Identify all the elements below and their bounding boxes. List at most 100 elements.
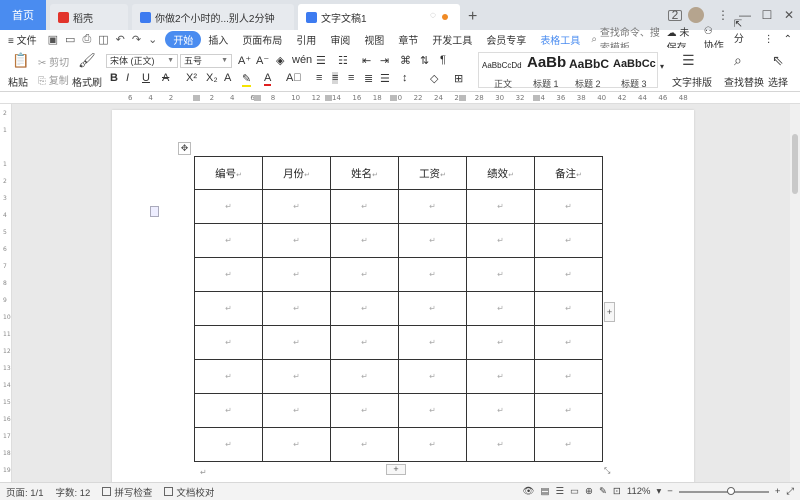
- data-table[interactable]: 编号↵ 月份↵ 姓名↵ 工资↵ 绩效↵ 备注↵ ↵ ↵ ↵ ↵ ↵ ↵ ↵ ↵ ↵ ↵ ↵ ↵ ↵ ↵ ↵ ↵…: [194, 156, 603, 462]
- table-header-cell[interactable]: 编号↵: [194, 156, 263, 190]
- document-nav-icon[interactable]: [150, 206, 159, 217]
- table-cell[interactable]: ↵: [330, 427, 399, 462]
- redo-icon[interactable]: ↷: [132, 33, 141, 46]
- table-move-handle[interactable]: ✥: [178, 142, 191, 155]
- add-row-button[interactable]: +: [386, 464, 406, 475]
- table-cell[interactable]: ↵: [330, 291, 399, 326]
- tab-daoke[interactable]: 稻壳: [50, 4, 128, 30]
- command-search[interactable]: ⌕ 查找命令、搜索模板: [591, 28, 666, 54]
- proofread-toggle[interactable]: 文档校对: [158, 485, 220, 499]
- table-cell[interactable]: ↵: [398, 223, 467, 258]
- column-marker[interactable]: [390, 95, 397, 101]
- document-page[interactable]: ✥ 编号↵ 月份↵ 姓名↵ 工资↵ 绩效↵ 备注↵ ↵ ↵ ↵ ↵ ↵ ↵ ↵ ↵ ↵ ↵ ↵ ↵ ↵ ↵…: [112, 110, 694, 482]
- distribute-icon[interactable]: ☰: [380, 72, 390, 85]
- copy-button[interactable]: ⎘ 复制: [38, 72, 69, 87]
- chevron-down-icon[interactable]: ⌄: [148, 33, 157, 46]
- table-cell[interactable]: ↵: [194, 257, 263, 292]
- table-cell[interactable]: ↵: [330, 223, 399, 258]
- table-cell[interactable]: ↵: [194, 427, 263, 462]
- table-cell[interactable]: ↵: [534, 325, 603, 360]
- table-cell[interactable]: ↵: [466, 393, 535, 428]
- outline-view-icon[interactable]: ☰: [555, 486, 564, 497]
- italic-button[interactable]: I: [126, 72, 129, 84]
- tab-table-tools[interactable]: 表格工具: [533, 32, 587, 47]
- align-center-icon[interactable]: ≡: [332, 72, 339, 84]
- table-header-cell[interactable]: 姓名↵: [330, 156, 399, 190]
- shading-icon[interactable]: ◇: [430, 72, 438, 85]
- table-cell[interactable]: ↵: [534, 393, 603, 428]
- table-cell[interactable]: ↵: [262, 223, 331, 258]
- table-cell[interactable]: ↵: [398, 291, 467, 326]
- table-header-cell[interactable]: 月份↵: [262, 156, 331, 190]
- table-cell[interactable]: ↵: [262, 325, 331, 360]
- style-heading-2[interactable]: AaBbC 标题 2: [567, 53, 611, 89]
- fullscreen-icon[interactable]: ⤢: [786, 486, 794, 497]
- table-cell[interactable]: ↵: [398, 257, 467, 292]
- word-count[interactable]: 字数: 12: [50, 485, 97, 499]
- spellcheck-toggle[interactable]: 拼写检查: [96, 485, 158, 499]
- show-marks-icon[interactable]: ¶: [440, 54, 446, 66]
- line-spacing-icon[interactable]: ↕: [402, 72, 408, 84]
- tab-page-layout[interactable]: 页面布局: [235, 32, 289, 47]
- table-header-cell[interactable]: 工资↵: [398, 156, 467, 190]
- eye-protect-icon[interactable]: 👁: [522, 486, 534, 497]
- tab-insert[interactable]: 插入: [201, 32, 235, 47]
- table-cell[interactable]: ↵: [534, 257, 603, 292]
- find-replace-button[interactable]: 查找替换: [724, 74, 764, 89]
- table-cell[interactable]: ↵: [262, 291, 331, 326]
- vertical-scrollbar[interactable]: [790, 104, 800, 482]
- underline-button[interactable]: U: [142, 72, 150, 84]
- horizontal-ruler[interactable]: 6422468101214161820222426283032343638404…: [0, 92, 800, 104]
- style-heading-3[interactable]: AaBbCc 标题 3: [611, 53, 657, 89]
- tab-review[interactable]: 审阅: [323, 32, 357, 47]
- table-cell[interactable]: ↵: [398, 359, 467, 394]
- print-icon[interactable]: ⎙: [82, 33, 91, 46]
- align-right-icon[interactable]: ≡: [348, 72, 354, 84]
- table-cell[interactable]: ↵: [194, 189, 263, 224]
- table-cell[interactable]: ↵: [466, 189, 535, 224]
- numbered-list-icon[interactable]: ☷: [338, 54, 348, 67]
- font-color-icon[interactable]: A: [264, 72, 272, 86]
- web-view-icon[interactable]: ⊕: [585, 486, 593, 497]
- table-cell[interactable]: ↵: [262, 359, 331, 394]
- text-layout-icon[interactable]: ☰: [682, 52, 695, 69]
- table-cell[interactable]: ↵: [262, 257, 331, 292]
- zoom-in-icon[interactable]: +: [775, 486, 781, 497]
- align-left-icon[interactable]: ≡: [316, 72, 322, 84]
- find-replace-icon[interactable]: ⌕: [734, 52, 742, 69]
- font-size-select[interactable]: 五号 ▼: [180, 54, 232, 68]
- zoom-slider-knob[interactable]: [726, 486, 735, 495]
- style-heading-1[interactable]: AaBb 标题 1: [525, 53, 567, 89]
- paste-button[interactable]: 粘贴: [8, 74, 28, 89]
- open-icon[interactable]: ▭: [65, 33, 75, 46]
- table-cell[interactable]: ↵: [262, 393, 331, 428]
- column-marker[interactable]: [459, 95, 466, 101]
- column-marker[interactable]: [533, 95, 540, 101]
- zoom-dropdown-icon[interactable]: ▾: [656, 486, 661, 497]
- table-cell[interactable]: ↵: [466, 257, 535, 292]
- grow-font-icon[interactable]: A⁺: [238, 54, 251, 67]
- table-cell[interactable]: ↵: [330, 257, 399, 292]
- tab-member[interactable]: 会员专享: [479, 32, 533, 47]
- select-icon[interactable]: ⇖: [772, 52, 784, 69]
- home-tab[interactable]: 首页: [0, 0, 46, 30]
- table-cell[interactable]: ↵: [466, 223, 535, 258]
- text-layout-button[interactable]: 文字排版: [672, 74, 712, 89]
- edit-view-icon[interactable]: ✎: [599, 486, 607, 497]
- tab-document-1[interactable]: 文字文稿1 ◌: [298, 4, 460, 30]
- tab-references[interactable]: 引用: [289, 32, 323, 47]
- borders-icon[interactable]: ⊞: [454, 72, 463, 85]
- chinese-layout-icon[interactable]: ⌘: [400, 54, 411, 67]
- new-tab-button[interactable]: +: [460, 4, 485, 30]
- table-cell[interactable]: ↵: [534, 359, 603, 394]
- clear-format-icon[interactable]: ◈: [276, 54, 284, 67]
- table-resize-handle[interactable]: ⤡: [604, 466, 615, 477]
- format-painter-icon[interactable]: 🖌: [78, 52, 96, 69]
- table-cell[interactable]: ↵: [194, 359, 263, 394]
- more-icon[interactable]: ⋮: [764, 34, 774, 45]
- style-normal[interactable]: AaBbCcDd 正文: [479, 53, 525, 89]
- format-painter-button[interactable]: 格式刷: [72, 74, 102, 89]
- select-button[interactable]: 选择: [768, 74, 788, 89]
- zoom-level[interactable]: 112%: [627, 486, 651, 497]
- styles-expand-icon[interactable]: ▾: [660, 62, 664, 71]
